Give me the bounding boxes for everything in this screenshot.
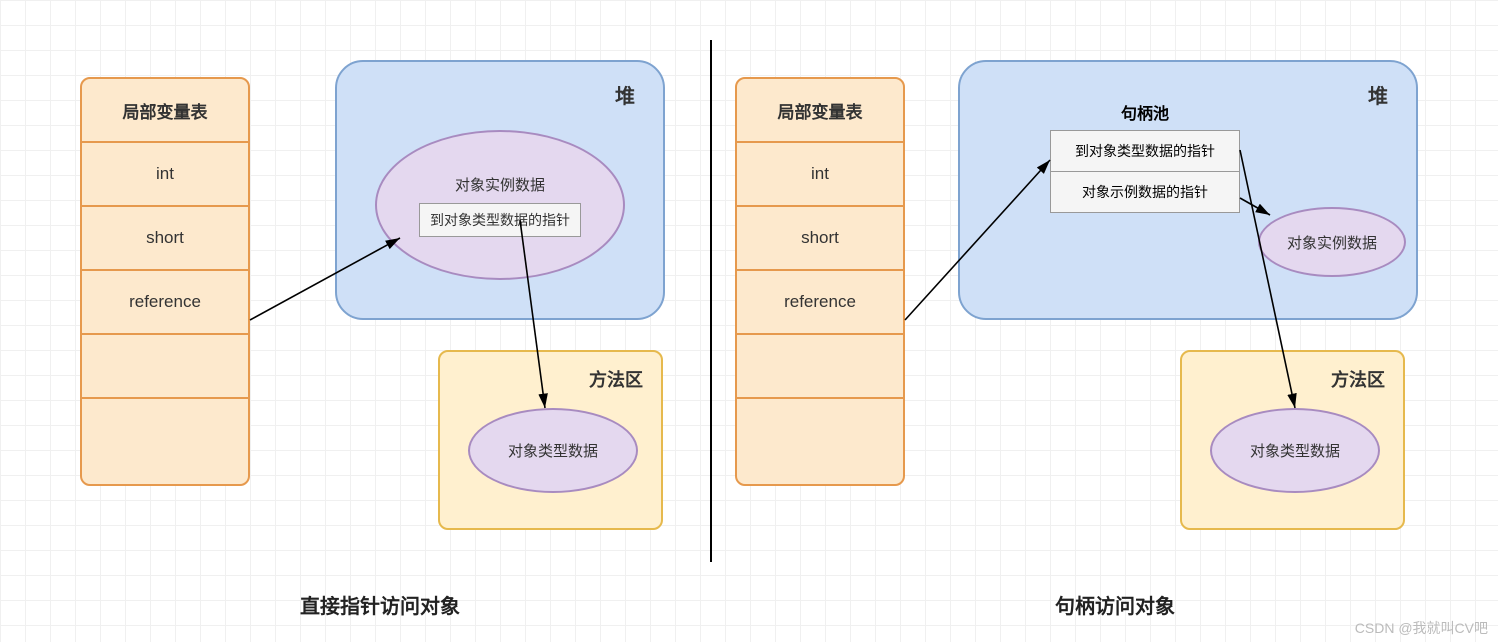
type-data-text: 对象类型数据 xyxy=(1250,440,1340,461)
type-data-text: 对象类型数据 xyxy=(508,440,598,461)
left-caption: 直接指针访问对象 xyxy=(300,590,460,619)
center-divider xyxy=(710,40,712,562)
left-type-pointer-box: 到对象类型数据的指针 xyxy=(419,203,581,237)
ellipse-title: 对象实例数据 xyxy=(455,174,545,195)
heap-title: 堆 xyxy=(615,80,635,109)
handle-pool-title: 句柄池 xyxy=(1050,100,1240,124)
watermark: CSDN @我就叫CV吧 xyxy=(1355,618,1488,638)
lvt-row-reference: reference xyxy=(82,271,248,335)
handle-pool-box: 到对象类型数据的指针 对象示例数据的指针 xyxy=(1050,130,1240,213)
left-type-data-ellipse: 对象类型数据 xyxy=(468,408,638,493)
lvt-row-int: int xyxy=(737,143,903,207)
lvt-row-short: short xyxy=(737,207,903,271)
lvt-row-short: short xyxy=(82,207,248,271)
method-title: 方法区 xyxy=(589,366,643,392)
instance-data-text: 对象实例数据 xyxy=(1287,232,1377,253)
right-type-data-ellipse: 对象类型数据 xyxy=(1210,408,1380,493)
right-instance-ellipse: 对象实例数据 xyxy=(1258,207,1406,277)
handle-pool: 句柄池 到对象类型数据的指针 对象示例数据的指针 xyxy=(1050,100,1240,213)
right-caption: 句柄访问对象 xyxy=(1055,590,1175,619)
method-title: 方法区 xyxy=(1331,366,1385,392)
hp-row-type-pointer: 到对象类型数据的指针 xyxy=(1051,131,1239,172)
left-local-variable-table: 局部变量表 int short reference xyxy=(80,77,250,486)
lvt-header: 局部变量表 xyxy=(82,79,248,143)
hp-row-instance-pointer: 对象示例数据的指针 xyxy=(1051,172,1239,212)
lvt-row-empty2 xyxy=(82,399,248,463)
lvt-row-reference: reference xyxy=(737,271,903,335)
lvt-row-int: int xyxy=(82,143,248,207)
right-local-variable-table: 局部变量表 int short reference xyxy=(735,77,905,486)
lvt-row-empty1 xyxy=(737,335,903,399)
lvt-header: 局部变量表 xyxy=(737,79,903,143)
lvt-row-empty2 xyxy=(737,399,903,463)
heap-title: 堆 xyxy=(1368,80,1388,109)
lvt-row-empty1 xyxy=(82,335,248,399)
left-instance-ellipse: 对象实例数据 到对象类型数据的指针 xyxy=(375,130,625,280)
diagram-canvas: 局部变量表 int short reference 堆 对象实例数据 到对象类型… xyxy=(0,0,1498,642)
